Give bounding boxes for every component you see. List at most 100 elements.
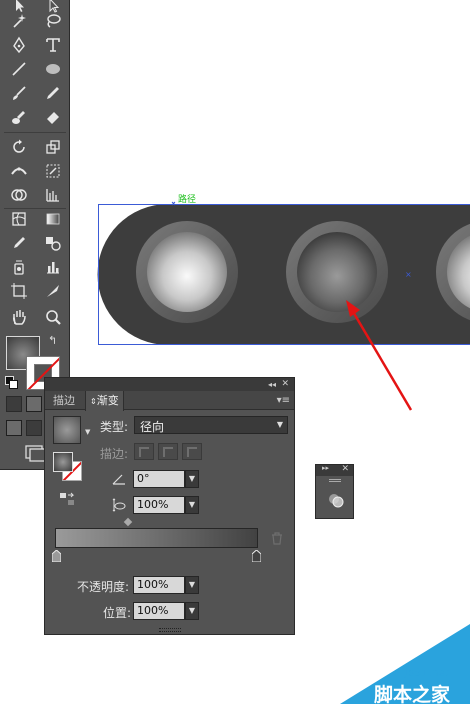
tab-stroke[interactable]: 描边 <box>49 391 79 410</box>
collapse-panel-button[interactable]: ◂◂ <box>268 378 276 391</box>
opacity-dropdown-icon[interactable]: ▼ <box>185 576 199 594</box>
tool-row <box>6 160 66 184</box>
aspect-ratio-icon <box>112 498 126 512</box>
blob-brush-tool-icon[interactable] <box>6 106 32 128</box>
width-tool-icon[interactable] <box>6 160 32 182</box>
location-label: 位置: <box>103 606 132 620</box>
collapsed-panel: ▸▸ ✕ <box>315 464 354 519</box>
angle-icon <box>112 474 125 485</box>
eraser-tool-icon[interactable] <box>40 106 66 128</box>
gradient-type-select[interactable]: 径向 ▼ <box>134 416 288 434</box>
center-point-marker: × <box>405 270 412 279</box>
angle-input[interactable]: 0° <box>133 470 185 488</box>
gradient-preset-dropdown-icon[interactable]: ▼ <box>85 428 90 436</box>
tool-row <box>6 136 66 160</box>
column-graph-tool-icon[interactable] <box>40 256 66 278</box>
angle-dropdown-icon[interactable]: ▼ <box>185 470 199 488</box>
aspect-ratio-value: 100% <box>137 498 169 511</box>
paintbrush-tool-icon[interactable] <box>6 82 32 104</box>
close-panel-button[interactable]: ✕ <box>281 378 289 391</box>
canvas: { "canvas": { "path_label": "路径" }, "too… <box>0 0 470 704</box>
close-collapsed-panel-button[interactable]: ✕ <box>341 464 349 474</box>
fill-thumbnail[interactable] <box>53 452 73 472</box>
gradient-tool-icon[interactable] <box>40 208 66 230</box>
pencil-tool-icon[interactable] <box>40 82 66 104</box>
tab-arrows-icon: ⇕ <box>90 397 97 406</box>
tool-row <box>6 58 66 82</box>
panel-menu-icon[interactable]: ▾≡ <box>277 391 290 410</box>
gradient-type-value: 径向 <box>140 420 165 434</box>
rotate-tool-icon[interactable] <box>6 136 32 158</box>
tool-row <box>6 208 66 232</box>
tool-row <box>6 256 66 280</box>
tool-row <box>6 106 66 130</box>
light-ball-2[interactable] <box>286 221 388 323</box>
type-label: 类型: <box>100 420 129 434</box>
tool-row <box>6 280 66 304</box>
watermark-site: jb51.net <box>404 666 450 679</box>
gradient-midpoint-handle[interactable] <box>123 517 133 527</box>
ellipse-tool-icon[interactable] <box>40 58 66 80</box>
stroke-gradient-across-button[interactable] <box>182 443 202 460</box>
free-transform-tool-icon[interactable] <box>40 160 66 182</box>
aspect-ratio-dropdown-icon[interactable]: ▼ <box>185 496 199 514</box>
hand-tool-icon[interactable] <box>6 306 32 328</box>
tool-row <box>6 82 66 106</box>
gradient-stop-right[interactable] <box>252 550 261 562</box>
tab-gradient-label: 渐变 <box>96 394 119 407</box>
gradient-mode-button[interactable] <box>26 396 42 412</box>
perspective-grid-tool-icon[interactable] <box>40 184 66 206</box>
pen-tool-icon[interactable] <box>6 34 32 56</box>
blend-tool-icon[interactable] <box>40 232 66 254</box>
collapsed-panel-title-bar[interactable]: ▸▸ ✕ <box>316 464 353 476</box>
swap-fill-stroke-icon[interactable]: ↰ <box>48 334 57 347</box>
location-dropdown-icon[interactable]: ▼ <box>185 602 199 620</box>
artboard-tool-icon[interactable] <box>6 280 32 302</box>
type-tool-icon[interactable] <box>40 34 66 56</box>
lasso-tool-icon[interactable] <box>40 10 66 32</box>
stroke-gradient-within-button[interactable] <box>134 443 154 460</box>
eyedropper-tool-icon[interactable] <box>6 232 32 254</box>
tool-row <box>6 232 66 256</box>
gradient-slider[interactable] <box>55 528 258 548</box>
line-segment-tool-icon[interactable] <box>6 58 32 80</box>
panel-resize-grip[interactable] <box>159 628 181 632</box>
opacity-input[interactable]: 100% <box>133 576 185 594</box>
default-fill-stroke-icon[interactable] <box>5 376 18 389</box>
panel-tab-bar: 描边 ⇕渐变 ▾≡ <box>45 391 294 411</box>
mesh-tool-icon[interactable] <box>6 208 32 230</box>
color-mode-button[interactable] <box>6 396 22 412</box>
tools-divider <box>4 132 66 133</box>
panel-title-bar[interactable]: ◂◂ ✕ <box>45 378 294 391</box>
transparency-panel-icon[interactable] <box>327 491 345 509</box>
stroke-gradient-along-button[interactable] <box>158 443 178 460</box>
magic-wand-tool-icon[interactable] <box>6 10 32 32</box>
expand-panel-button[interactable]: ▸▸ <box>322 464 329 472</box>
symbol-sprayer-tool-icon[interactable] <box>6 256 32 278</box>
tool-row <box>6 34 66 58</box>
scale-tool-icon[interactable] <box>40 136 66 158</box>
slice-tool-icon[interactable] <box>40 280 66 302</box>
panel-grip-icon <box>329 479 341 482</box>
draw-behind-button[interactable] <box>26 420 42 436</box>
tab-gradient[interactable]: ⇕渐变 <box>85 391 124 411</box>
opacity-label: 不透明度: <box>77 580 130 594</box>
tool-row <box>6 306 66 330</box>
delete-stop-icon[interactable] <box>271 532 283 545</box>
path-label: 路径 <box>178 195 197 205</box>
aspect-ratio-input[interactable]: 100% <box>133 496 185 514</box>
location-value: 100% <box>137 604 169 617</box>
gradient-panel: ◂◂ ✕ 描边 ⇕渐变 ▾≡ ▼ 类型: 径向 ▼ 描边: 0° ▼ 100% … <box>44 377 295 635</box>
chevron-down-icon: ▼ <box>276 420 283 429</box>
gradient-stop-left[interactable] <box>52 550 61 562</box>
gradient-preview-swatch[interactable] <box>53 416 81 444</box>
reverse-gradient-icon[interactable] <box>59 492 77 506</box>
opacity-value: 100% <box>137 578 169 591</box>
light-ball-1[interactable] <box>136 221 238 323</box>
location-input[interactable]: 100% <box>133 602 185 620</box>
draw-normal-button[interactable] <box>6 420 22 436</box>
shape-builder-tool-icon[interactable] <box>6 184 32 206</box>
tool-row <box>6 10 66 34</box>
watermark-name: 脚本之家 <box>374 684 451 704</box>
zoom-tool-icon[interactable] <box>40 306 66 328</box>
